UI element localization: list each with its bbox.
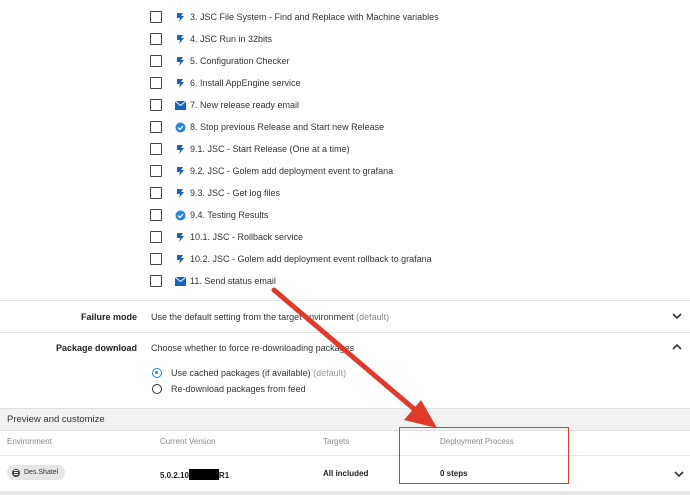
step-label: 10.1. JSC - Rollback service: [190, 232, 304, 242]
step-checkbox[interactable]: [150, 11, 162, 23]
step-row[interactable]: 6. Install AppEngine service: [150, 73, 301, 93]
step-label: 9.3. JSC - Get log files: [190, 188, 281, 198]
step-checkbox[interactable]: [150, 275, 162, 287]
failure-mode-hint: (default): [356, 312, 390, 322]
step-row[interactable]: 4. JSC Run in 32bits: [150, 29, 272, 49]
environment-chip[interactable]: Des.Shatel: [7, 465, 66, 480]
targets-value: All included: [323, 469, 369, 478]
step-checkbox[interactable]: [150, 121, 162, 133]
environment-name: Des.Shatel: [24, 469, 59, 476]
radio-button[interactable]: [152, 368, 162, 378]
package-download-description: Choose whether to force re-downloading p…: [151, 343, 355, 353]
step-label: 8. Stop previous Release and Start new R…: [190, 122, 385, 132]
chevron-down-icon[interactable]: [672, 467, 686, 481]
step-list: 3. JSC File System - Find and Replace wi…: [0, 0, 690, 300]
preview-header: Preview and customize: [0, 408, 690, 431]
script-step-icon: [174, 231, 186, 243]
step-label: 3. JSC File System - Find and Replace wi…: [190, 12, 439, 22]
script-step-icon: [174, 165, 186, 177]
step-row[interactable]: 3. JSC File System - Find and Replace wi…: [150, 7, 439, 27]
step-label: 10.2. JSC - Golem add deployment event r…: [190, 254, 432, 264]
divider: [0, 300, 690, 301]
step-row[interactable]: 10.1. JSC - Rollback service: [150, 227, 303, 247]
radio-option-cached[interactable]: Use cached packages (if available) (defa…: [152, 366, 346, 380]
step-row[interactable]: 9.2. JSC - Golem add deployment event to…: [150, 161, 393, 181]
step-row[interactable]: 9.3. JSC - Get log files: [150, 183, 280, 203]
column-header-version: Current Version: [160, 437, 216, 446]
email-icon: [174, 99, 186, 111]
script-step-icon: [174, 11, 186, 23]
step-label: 9.4. Testing Results: [190, 210, 269, 220]
step-checkbox[interactable]: [150, 209, 162, 221]
column-header-environment: Environment: [7, 437, 52, 446]
script-step-icon: [174, 55, 186, 67]
step-checkbox[interactable]: [150, 253, 162, 265]
step-checkbox[interactable]: [150, 231, 162, 243]
step-checkbox[interactable]: [150, 143, 162, 155]
preview-title: Preview and customize: [7, 414, 105, 425]
email-icon: [174, 275, 186, 287]
divider: [0, 455, 690, 456]
step-checkbox[interactable]: [150, 187, 162, 199]
bottom-bar: [0, 491, 690, 495]
check-badge-icon: [174, 121, 186, 133]
step-label: 6. Install AppEngine service: [190, 78, 301, 88]
annotation-box: [399, 427, 569, 484]
radio-label: Re-download packages from feed: [171, 384, 306, 394]
step-checkbox[interactable]: [150, 77, 162, 89]
version-suffix: R1: [218, 471, 230, 480]
failure-mode-text: Use the default setting from the target …: [151, 312, 354, 322]
step-row[interactable]: 11. Send status email: [150, 271, 276, 291]
environment-icon: [12, 468, 20, 477]
step-row[interactable]: 10.2. JSC - Golem add deployment event r…: [150, 249, 432, 269]
step-label: 4. JSC Run in 32bits: [190, 34, 273, 44]
step-row[interactable]: 8. Stop previous Release and Start new R…: [150, 117, 384, 137]
divider: [0, 332, 690, 333]
step-checkbox[interactable]: [150, 55, 162, 67]
radio-label-hint: (default): [313, 368, 347, 378]
step-label: 11. Send status email: [190, 276, 276, 286]
step-row[interactable]: 5. Configuration Checker: [150, 51, 290, 71]
script-step-icon: [174, 187, 186, 199]
step-row[interactable]: 7. New release ready email: [150, 95, 299, 115]
step-row[interactable]: 9.1. JSC - Start Release (One at a time): [150, 139, 350, 159]
check-badge-icon: [174, 209, 186, 221]
step-label: 7. New release ready email: [190, 100, 300, 110]
failure-mode-value[interactable]: Use the default setting from the target …: [151, 312, 389, 322]
radio-label-text: Use cached packages (if available): [171, 368, 311, 378]
step-checkbox[interactable]: [150, 33, 162, 45]
radio-label: Use cached packages (if available) (defa…: [171, 368, 346, 378]
step-checkbox[interactable]: [150, 165, 162, 177]
version-prefix: 5.0.2.10: [160, 471, 189, 480]
script-step-icon: [174, 253, 186, 265]
radio-button[interactable]: [152, 384, 162, 394]
column-header-targets: Targets: [323, 437, 350, 446]
step-label: 9.1. JSC - Start Release (One at a time): [190, 144, 350, 154]
chevron-down-icon[interactable]: [670, 309, 684, 323]
package-download-label: Package download: [55, 343, 137, 353]
failure-mode-label: Failure mode: [80, 312, 137, 322]
script-step-icon: [174, 33, 186, 45]
redaction-box: [188, 469, 219, 480]
step-label: 9.2. JSC - Golem add deployment event to…: [190, 166, 394, 176]
step-row[interactable]: 9.4. Testing Results: [150, 205, 268, 225]
step-checkbox[interactable]: [150, 99, 162, 111]
script-step-icon: [174, 143, 186, 155]
chevron-up-icon[interactable]: [670, 340, 684, 354]
script-step-icon: [174, 77, 186, 89]
radio-option-redownload[interactable]: Re-download packages from feed: [152, 382, 306, 396]
step-label: 5. Configuration Checker: [190, 56, 290, 66]
current-version: 5.0.2.10 R1: [160, 469, 229, 480]
